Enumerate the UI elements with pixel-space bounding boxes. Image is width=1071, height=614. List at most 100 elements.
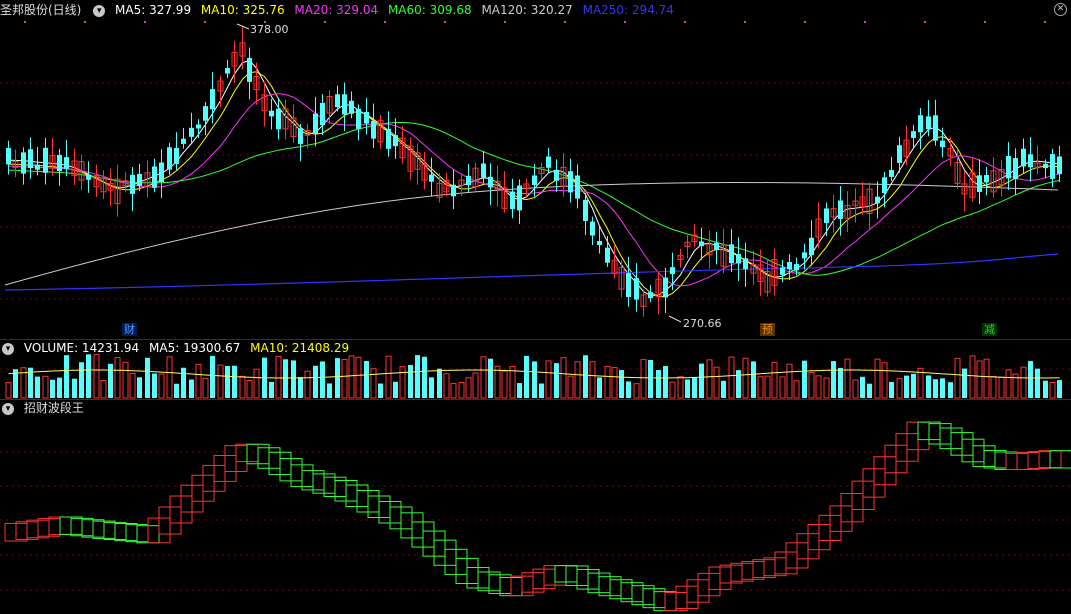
volume-bar: [699, 363, 704, 398]
candle-down: [736, 254, 741, 264]
candle-down: [247, 57, 252, 82]
candle-down: [802, 252, 807, 259]
volume-bar: [408, 364, 413, 398]
candle-down: [809, 237, 814, 256]
volume-bar: [181, 367, 186, 398]
volume-bar: [364, 360, 369, 398]
volume-bar: [269, 381, 274, 398]
volume-bar: [976, 360, 983, 399]
candle-down: [57, 155, 62, 172]
candle-down: [794, 264, 799, 271]
volume-bar: [1028, 361, 1033, 398]
volume-bar: [1057, 380, 1062, 398]
candle-down: [583, 199, 588, 221]
volume-bar: [706, 359, 713, 399]
candle-down: [780, 267, 785, 275]
volume-bar: [239, 375, 246, 399]
volume-bar: [35, 376, 40, 398]
candle-down: [181, 138, 186, 144]
candle-down: [875, 196, 880, 204]
volume-bar: [72, 378, 77, 398]
collapse-arrow-icon[interactable]: ▾: [2, 342, 14, 355]
volume-bar: [129, 373, 136, 399]
candle-down: [838, 200, 843, 219]
candle-down: [714, 242, 719, 250]
candle-down: [152, 166, 157, 188]
volume-bar: [860, 376, 865, 398]
candle-down: [510, 191, 515, 210]
candle-down: [356, 108, 361, 129]
marker-dot: [84, 21, 86, 23]
volume-bar: [152, 373, 157, 398]
volume-bar: [465, 377, 472, 399]
marker-dot: [924, 21, 926, 23]
volume-bar: [831, 361, 836, 398]
candle-down: [1006, 155, 1011, 179]
volume-bar: [948, 382, 953, 398]
candle-down: [481, 163, 486, 178]
volume-bar: [815, 375, 822, 399]
candle-down: [1050, 154, 1055, 179]
ma120-label: MA120: 320.27: [481, 3, 573, 17]
volume-bar: [954, 357, 961, 399]
candle-down: [349, 100, 354, 114]
candle-down: [6, 148, 11, 165]
indicator-title: 招财波段王: [23, 401, 84, 415]
volume-bar: [422, 356, 427, 398]
volume-bar: [881, 362, 888, 399]
volume-bar: [911, 373, 916, 398]
candle-down: [196, 124, 201, 129]
volume-bar: [217, 364, 224, 399]
volume-bar: [517, 383, 522, 398]
candle-down: [889, 169, 894, 177]
marker-dot: [444, 21, 446, 23]
volume-bar: [940, 378, 945, 398]
candle-down: [977, 175, 982, 193]
collapse-arrow-icon[interactable]: ▾: [2, 402, 14, 415]
marker-dot: [744, 21, 746, 23]
volume-bar: [488, 358, 493, 398]
volume-bar: [501, 370, 508, 399]
volume-bar: [399, 366, 406, 399]
volume-bar: [692, 377, 697, 398]
ma250-line: [4, 253, 1059, 291]
volume-bar: [275, 355, 282, 399]
volume-bar: [962, 368, 967, 398]
candle-down: [933, 115, 938, 141]
volume-bar: [298, 377, 303, 398]
candle-down: [605, 247, 610, 263]
volume-bar: [771, 362, 778, 399]
volume-bar: [327, 383, 332, 398]
candle-down: [137, 173, 142, 186]
volume-bar: [823, 377, 830, 399]
candle-down: [298, 128, 303, 144]
volume-bar: [122, 361, 129, 399]
marker-dot: [804, 21, 806, 23]
volume-bar: [611, 367, 618, 399]
volume-bar: [969, 355, 976, 399]
volume-bar: [793, 380, 800, 399]
kline-chart[interactable]: 378.00 270.66: [0, 0, 1071, 614]
candle-down: [35, 164, 40, 170]
candle-down: [918, 115, 923, 133]
volume-bar: [320, 361, 325, 398]
candle-down: [1021, 148, 1026, 167]
volume-bar: [844, 358, 851, 399]
candle-down: [568, 171, 573, 193]
stock-title: 圣邦股份(日线): [0, 3, 82, 17]
collapse-arrow-icon[interactable]: ▾: [93, 4, 106, 17]
ma10-label: MA10: 325.76: [200, 3, 285, 17]
candle-down: [313, 113, 318, 134]
volume-bar: [896, 378, 903, 399]
volume-bar: [1049, 381, 1056, 399]
candle-down: [21, 152, 26, 174]
ma20-label: MA20: 329.04: [294, 3, 379, 17]
candle-down: [451, 184, 456, 197]
volume-bar: [802, 360, 807, 398]
volume-bar: [998, 376, 1005, 399]
volume-bar: [663, 366, 668, 398]
candle-down: [1043, 163, 1048, 169]
candle-down: [1013, 158, 1018, 180]
volume-bar: [341, 358, 348, 399]
candle-down: [429, 174, 434, 182]
